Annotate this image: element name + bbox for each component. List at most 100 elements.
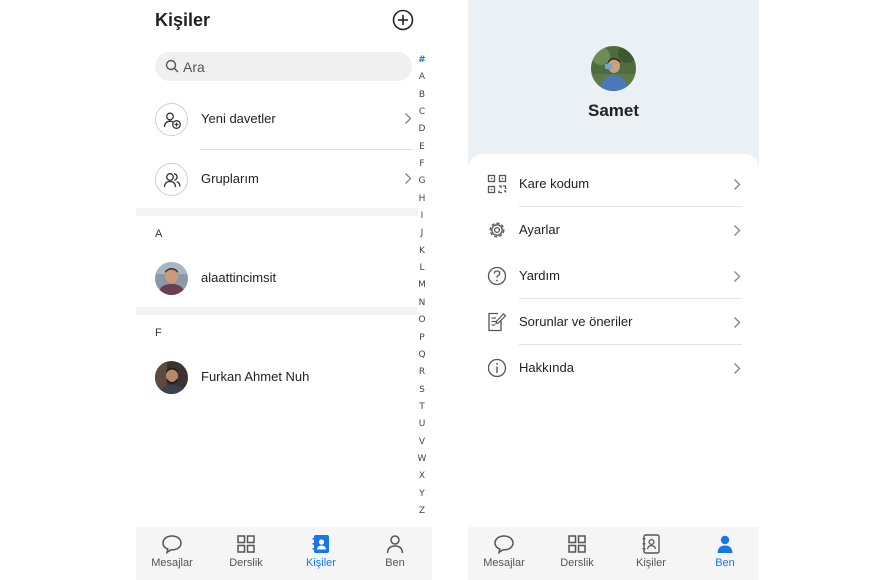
tab-bar: Mesajlar Derslik Kişiler Ben: [136, 527, 432, 580]
menu-item-label: Ayarlar: [519, 222, 560, 237]
tab-messages[interactable]: Mesajlar: [142, 533, 202, 569]
menu-item-my-groups[interactable]: Gruplarım: [136, 152, 418, 208]
chevron-right-icon: [405, 113, 412, 124]
menu-item-qr-code[interactable]: Kare kodum: [468, 161, 759, 207]
menu-item-label: Sorunlar ve öneriler: [519, 314, 633, 329]
alphabet-index-letter[interactable]: F: [417, 156, 427, 173]
menu-item-about[interactable]: Hakkında: [468, 345, 759, 391]
menu-item-label: Gruplarım: [201, 171, 259, 186]
alphabet-index-letter[interactable]: U: [417, 416, 427, 433]
alphabet-index-letter[interactable]: A: [417, 69, 427, 86]
avatar: [155, 361, 188, 394]
profile-name: Samet: [587, 101, 640, 120]
alphabet-index-letter[interactable]: I: [417, 208, 427, 225]
group-icon: [155, 163, 188, 196]
contact-row[interactable]: Furkan Ahmet Nuh: [136, 350, 418, 406]
info-icon: [487, 358, 507, 378]
contact-row[interactable]: alaattincimsit: [136, 251, 418, 307]
chevron-right-icon: [734, 179, 741, 190]
contacts-icon: [312, 535, 329, 553]
alphabet-index-letter[interactable]: M: [417, 277, 427, 294]
menu-item-label: Hakkında: [519, 360, 574, 375]
chevron-right-icon: [405, 173, 412, 184]
chevron-right-icon: [734, 317, 741, 328]
menu-item-settings[interactable]: Ayarlar: [468, 207, 759, 253]
tab-classroom[interactable]: Derslik: [547, 533, 607, 569]
section-separator: [136, 208, 418, 216]
alphabet-index-letter[interactable]: K: [417, 243, 427, 260]
contact-name: alaattincimsit: [201, 270, 277, 285]
menu-item-new-invites[interactable]: Yeni davetler: [136, 92, 418, 148]
section-separator: [136, 307, 418, 315]
chevron-right-icon: [734, 225, 741, 236]
avatar[interactable]: [591, 46, 636, 91]
alphabet-index-letter[interactable]: X: [417, 468, 427, 485]
search-icon: [165, 59, 179, 73]
contacts-screen: Kişiler Yeni davetler: [136, 0, 432, 580]
alphabet-index-letter[interactable]: H: [417, 191, 427, 208]
tab-me[interactable]: Ben: [365, 533, 425, 569]
alphabet-index-letter[interactable]: Q: [417, 347, 427, 364]
alphabet-index-letter[interactable]: N: [417, 295, 427, 312]
alphabet-index-letter[interactable]: S: [417, 382, 427, 399]
tab-label: Ben: [385, 557, 405, 569]
menu-item-feedback[interactable]: Sorunlar ve öneriler: [468, 299, 759, 345]
section-header: A: [155, 228, 163, 240]
alphabet-index-letter[interactable]: V: [417, 434, 427, 451]
tab-label: Derslik: [229, 557, 263, 569]
divider: [201, 149, 413, 150]
chat-icon: [162, 535, 182, 555]
menu-item-label: Kare kodum: [519, 176, 590, 191]
grid-icon: [237, 535, 255, 553]
alphabet-index-letter[interactable]: G: [417, 173, 427, 190]
person-icon: [386, 535, 404, 554]
chevron-right-icon: [734, 363, 741, 374]
alphabet-index-letter[interactable]: D: [417, 121, 427, 138]
alphabet-index-letter[interactable]: J: [417, 225, 427, 242]
profile-screen: Samet Kare kodum Ayarlar Yardım Sorunlar…: [468, 0, 759, 580]
section-header: F: [155, 327, 162, 339]
tab-contacts[interactable]: Kişiler: [621, 533, 681, 569]
profile-menu-card: Kare kodum Ayarlar Yardım Sorunlar ve ön…: [468, 154, 759, 528]
alphabet-index-letter[interactable]: L: [417, 260, 427, 277]
tab-label: Derslik: [560, 557, 594, 569]
gear-icon: [489, 222, 505, 238]
tab-label: Kişiler: [636, 557, 666, 569]
alphabet-index[interactable]: # A B C D E F G H I J K L M N O P Q R S T U V W X Y Z: [417, 52, 427, 520]
tab-contacts[interactable]: Kişiler: [291, 533, 351, 569]
chat-icon: [494, 535, 514, 555]
search-box[interactable]: [155, 52, 412, 81]
tab-label: Mesajlar: [151, 557, 193, 569]
alphabet-index-letter[interactable]: O: [417, 312, 427, 329]
alphabet-index-letter[interactable]: Z: [417, 503, 427, 520]
menu-item-label: Yardım: [519, 268, 560, 283]
alphabet-index-letter[interactable]: R: [417, 364, 427, 381]
add-contact-icon[interactable]: [392, 9, 414, 31]
tab-messages[interactable]: Mesajlar: [474, 533, 534, 569]
tab-classroom[interactable]: Derslik: [216, 533, 276, 569]
alphabet-index-letter[interactable]: P: [417, 330, 427, 347]
avatar: [155, 262, 188, 295]
alphabet-index-letter[interactable]: E: [417, 139, 427, 156]
person-icon: [717, 535, 733, 553]
chevron-right-icon: [734, 271, 741, 282]
contacts-icon: [642, 534, 660, 554]
alphabet-index-letter[interactable]: #: [417, 52, 427, 69]
alphabet-index-letter[interactable]: T: [417, 399, 427, 416]
tab-label: Kişiler: [306, 557, 336, 569]
feedback-icon: [488, 312, 507, 332]
person-add-icon: [155, 103, 188, 136]
tab-bar: Mesajlar Derslik Kişiler Ben: [468, 527, 759, 580]
menu-item-help[interactable]: Yardım: [468, 253, 759, 299]
contact-name: Furkan Ahmet Nuh: [201, 369, 310, 384]
alphabet-index-letter[interactable]: W: [417, 451, 427, 468]
tab-label: Mesajlar: [483, 557, 525, 569]
alphabet-index-letter[interactable]: Y: [417, 486, 427, 503]
alphabet-index-letter[interactable]: B: [417, 87, 427, 104]
page-title: Kişiler: [155, 10, 211, 30]
tab-me[interactable]: Ben: [695, 533, 755, 569]
tab-label: Ben: [715, 557, 735, 569]
search-input[interactable]: [183, 56, 403, 77]
alphabet-index-letter[interactable]: C: [417, 104, 427, 121]
menu-item-label: Yeni davetler: [201, 111, 276, 126]
